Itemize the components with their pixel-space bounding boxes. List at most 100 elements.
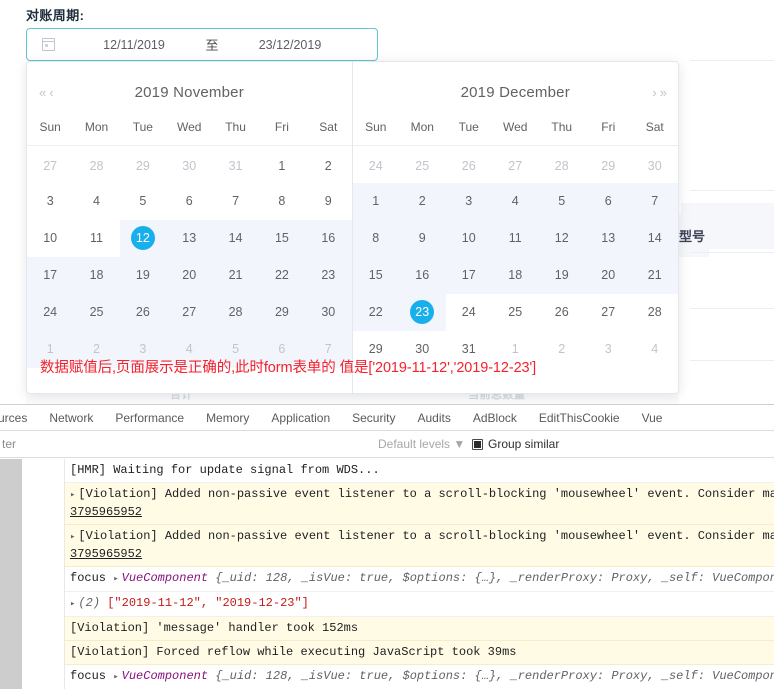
date-range-picker-popup[interactable]: « ‹ 2019 November Sun Mon Tue Wed Thu Fri Sat … [26, 61, 679, 394]
group-similar-toggle[interactable]: Group similar [472, 437, 559, 451]
calendar-day[interactable]: 27 [492, 146, 539, 183]
console-sidebar[interactable] [0, 459, 22, 689]
calendar-day[interactable]: 3 [445, 182, 492, 220]
calendar-day[interactable]: 30 [632, 146, 679, 183]
expand-triangle-icon[interactable]: ▸ [113, 672, 118, 682]
calendar-day[interactable]: 21 [212, 256, 259, 294]
calendar-day[interactable]: 4 [492, 182, 539, 220]
calendar-day[interactable]: 20 [166, 256, 213, 294]
calendar-table-left[interactable]: Sun Mon Tue Wed Thu Fri Sat 27 28 29 30 31 1 2 3 4 5 6 7 8… [27, 114, 352, 368]
calendar-day[interactable]: 10 [445, 219, 492, 257]
devtools-tabbar[interactable]: urces Network Performance Memory Application… [0, 405, 774, 431]
calendar-day[interactable]: 24 [27, 293, 74, 331]
tab-adblock[interactable]: AdBlock [462, 405, 528, 430]
calendar-day[interactable]: 28 [73, 146, 119, 183]
tab-security[interactable]: Security [341, 405, 406, 430]
calendar-day[interactable]: 9 [399, 219, 446, 257]
calendar-day[interactable]: 29 [585, 146, 632, 183]
tab-application[interactable]: Application [260, 405, 341, 430]
calendar-day[interactable]: 22 [352, 293, 399, 331]
console-warning-row[interactable]: [Violation] 'message' handler took 152ms [65, 617, 774, 641]
calendar-day[interactable]: 8 [352, 219, 399, 257]
calendar-day[interactable]: 30 [166, 146, 212, 183]
end-date-input[interactable] [225, 36, 355, 53]
chevron-left-icon[interactable]: ‹ [47, 83, 54, 102]
calendar-day[interactable]: 26 [446, 146, 493, 183]
expand-triangle-icon[interactable]: ▸ [70, 532, 75, 542]
calendar-day[interactable]: 22 [258, 256, 306, 294]
calendar-day[interactable]: 1 [259, 146, 305, 183]
calendar-day[interactable]: 18 [73, 256, 120, 294]
calendar-day[interactable]: 6 [166, 183, 212, 220]
calendar-day[interactable]: 24 [353, 146, 400, 183]
calendar-day[interactable]: 27 [166, 293, 213, 331]
console-filter-input[interactable] [0, 436, 200, 452]
calendar-day[interactable]: 21 [631, 256, 678, 294]
calendar-day[interactable]: 31 [212, 146, 258, 183]
calendar-day[interactable]: 9 [305, 183, 351, 220]
calendar-day[interactable]: 8 [259, 183, 305, 220]
calendar-day[interactable]: 23 [305, 256, 352, 294]
console-toolbar[interactable]: Default levels ▼ Group similar [0, 431, 774, 458]
calendar-day[interactable]: 15 [352, 256, 399, 294]
calendar-day[interactable]: 16 [305, 219, 352, 257]
calendar-day[interactable]: 28 [632, 294, 679, 331]
double-chevron-right-icon[interactable]: » [658, 83, 668, 102]
calendar-day[interactable]: 10 [27, 220, 73, 257]
calendar-day[interactable]: 2 [399, 182, 446, 220]
console-source-link[interactable]: 3795965952 [70, 547, 142, 561]
console-log-row[interactable]: focus ▸ VueComponent {_uid: 128, _isVue: … [65, 665, 774, 689]
calendar-day[interactable]: 11 [492, 219, 539, 257]
calendar-day[interactable]: 11 [73, 220, 119, 257]
calendar-day[interactable]: 2 [305, 146, 351, 183]
expand-triangle-icon[interactable]: ▸ [70, 490, 75, 500]
calendar-day[interactable]: 7 [212, 183, 258, 220]
calendar-day[interactable]: 25 [492, 294, 539, 331]
console-warning-row[interactable]: ▸ [Violation] Added non-passive event lis… [65, 483, 774, 525]
calendar-day[interactable]: 14 [212, 219, 259, 257]
console-log-row[interactable]: ▸ (2) ["2019-11-12", "2019-12-23"] [65, 592, 774, 617]
calendar-day[interactable]: 19 [119, 256, 167, 294]
tab-vue[interactable]: Vue [631, 405, 674, 430]
date-range-input[interactable]: 至 [26, 28, 378, 61]
calendar-day-selected[interactable]: 23 [399, 293, 446, 331]
calendar-day[interactable]: 16 [399, 256, 446, 294]
calendar-day[interactable]: 30 [305, 293, 352, 331]
tab-editthiscookie[interactable]: EditThisCookie [528, 405, 631, 430]
calendar-day[interactable]: 29 [258, 293, 306, 331]
tab-audits[interactable]: Audits [406, 405, 461, 430]
calendar-day[interactable]: 28 [212, 293, 259, 331]
calendar-day[interactable]: 20 [585, 256, 632, 294]
console-warning-row[interactable]: ▸ [Violation] Added non-passive event lis… [65, 525, 774, 567]
start-date-input[interactable] [69, 36, 199, 53]
console-log-row[interactable]: [HMR] Waiting for update signal from WDS… [65, 459, 774, 483]
calendar-day[interactable]: 18 [492, 256, 539, 294]
log-levels-dropdown[interactable]: Default levels ▼ [378, 437, 465, 451]
checkbox-icon[interactable] [472, 438, 483, 450]
console-warning-row[interactable]: [Violation] Forced reflow while executin… [65, 641, 774, 665]
calendar-day[interactable]: 15 [258, 219, 306, 257]
console-log-row[interactable]: focus ▸ VueComponent {_uid: 128, _isVue: … [65, 567, 774, 592]
chevron-right-icon[interactable]: › [650, 83, 657, 102]
calendar-day[interactable]: 26 [119, 293, 167, 331]
calendar-day[interactable]: 1 [352, 182, 399, 220]
calendar-day[interactable]: 25 [73, 293, 120, 331]
calendar-day[interactable]: 7 [631, 182, 678, 220]
calendar-day[interactable]: 4 [73, 183, 119, 220]
calendar-day[interactable]: 25 [399, 146, 446, 183]
tab-performance[interactable]: Performance [104, 405, 195, 430]
calendar-day-selected[interactable]: 12 [119, 219, 167, 257]
expand-triangle-icon[interactable]: ▸ [113, 574, 118, 584]
calendar-day[interactable]: 12 [538, 219, 585, 257]
calendar-day[interactable]: 27 [585, 294, 632, 331]
expand-triangle-icon[interactable]: ▸ [70, 599, 75, 609]
calendar-day[interactable]: 19 [538, 256, 585, 294]
tab-memory[interactable]: Memory [195, 405, 260, 430]
calendar-table-right[interactable]: Sun Mon Tue Wed Thu Fri Sat 24 25 26 27 28 29 30 1 2 3 4… [352, 114, 679, 368]
calendar-day[interactable]: 28 [539, 146, 586, 183]
calendar-day[interactable]: 13 [585, 219, 632, 257]
calendar-day[interactable]: 29 [120, 146, 166, 183]
tab-urces[interactable]: urces [0, 405, 38, 430]
calendar-day[interactable]: 6 [585, 182, 632, 220]
calendar-day[interactable]: 14 [631, 219, 678, 257]
